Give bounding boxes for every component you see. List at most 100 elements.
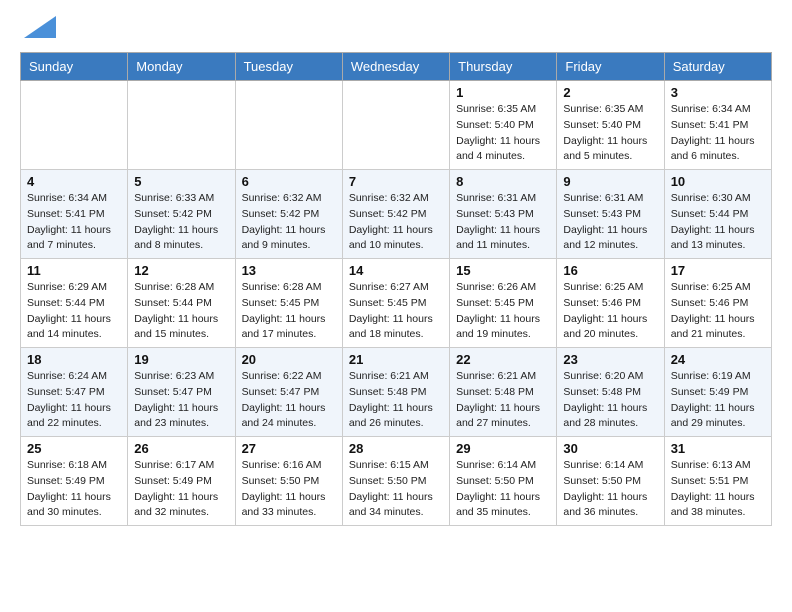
calendar-cell: 8Sunrise: 6:31 AM Sunset: 5:43 PM Daylig… xyxy=(450,170,557,259)
calendar-week-row: 1 Sunrise: 6:35 AM Sunset: 5:40 PM Daylig… xyxy=(21,81,772,170)
calendar-cell: 16 Sunrise: 6:25 AM Sunset: 5:46 PM Dayli… xyxy=(557,259,664,348)
day-info: Sunrise: 6:23 AM Sunset: 5:47 PM Dayligh… xyxy=(134,369,228,432)
calendar-cell: 23Sunrise: 6:20 AM Sunset: 5:48 PM Dayli… xyxy=(557,348,664,437)
day-number: 21 xyxy=(349,352,443,367)
day-number: 14 xyxy=(349,263,443,278)
weekday-header-row: SundayMondayTuesdayWednesdayThursdayFrid… xyxy=(21,53,772,81)
calendar-cell: 28 Sunrise: 6:15 AM Sunset: 5:50 PM Dayli… xyxy=(342,437,449,526)
day-info: Sunrise: 6:29 AM Sunset: 5:44 PM Dayligh… xyxy=(27,280,121,343)
calendar-cell: 9 Sunrise: 6:31 AM Sunset: 5:43 PM Daylig… xyxy=(557,170,664,259)
calendar-cell: 20 Sunrise: 6:22 AM Sunset: 5:47 PM Dayli… xyxy=(235,348,342,437)
day-number: 16 xyxy=(563,263,657,278)
day-info: Sunrise: 6:26 AM Sunset: 5:45 PM Dayligh… xyxy=(456,280,550,343)
day-number: 17 xyxy=(671,263,765,278)
day-number: 1 xyxy=(456,85,550,100)
weekday-header-thursday: Thursday xyxy=(450,53,557,81)
calendar-cell xyxy=(342,81,449,170)
day-info: Sunrise: 6:24 AM Sunset: 5:47 PM Dayligh… xyxy=(27,369,121,432)
calendar-table: SundayMondayTuesdayWednesdayThursdayFrid… xyxy=(20,52,772,526)
calendar-cell: 3 Sunrise: 6:34 AM Sunset: 5:41 PM Daylig… xyxy=(664,81,771,170)
calendar-week-row: 25Sunrise: 6:18 AM Sunset: 5:49 PM Dayli… xyxy=(21,437,772,526)
page-header xyxy=(20,20,772,44)
day-info: Sunrise: 6:15 AM Sunset: 5:50 PM Dayligh… xyxy=(349,458,443,521)
day-number: 9 xyxy=(563,174,657,189)
calendar-cell: 19 Sunrise: 6:23 AM Sunset: 5:47 PM Dayli… xyxy=(128,348,235,437)
calendar-cell: 10 Sunrise: 6:30 AM Sunset: 5:44 PM Dayli… xyxy=(664,170,771,259)
weekday-header-monday: Monday xyxy=(128,53,235,81)
day-number: 5 xyxy=(134,174,228,189)
day-info: Sunrise: 6:31 AM Sunset: 5:43 PM Dayligh… xyxy=(563,191,657,254)
calendar-cell: 1 Sunrise: 6:35 AM Sunset: 5:40 PM Daylig… xyxy=(450,81,557,170)
day-info: Sunrise: 6:27 AM Sunset: 5:45 PM Dayligh… xyxy=(349,280,443,343)
calendar-cell: 6 Sunrise: 6:32 AM Sunset: 5:42 PM Daylig… xyxy=(235,170,342,259)
day-number: 19 xyxy=(134,352,228,367)
weekday-header-sunday: Sunday xyxy=(21,53,128,81)
day-info: Sunrise: 6:34 AM Sunset: 5:41 PM Dayligh… xyxy=(27,191,121,254)
weekday-header-wednesday: Wednesday xyxy=(342,53,449,81)
calendar-week-row: 11 Sunrise: 6:29 AM Sunset: 5:44 PM Dayli… xyxy=(21,259,772,348)
weekday-header-friday: Friday xyxy=(557,53,664,81)
weekday-header-tuesday: Tuesday xyxy=(235,53,342,81)
calendar-cell: 24Sunrise: 6:19 AM Sunset: 5:49 PM Dayli… xyxy=(664,348,771,437)
day-number: 6 xyxy=(242,174,336,189)
day-info: Sunrise: 6:25 AM Sunset: 5:46 PM Dayligh… xyxy=(563,280,657,343)
day-number: 22 xyxy=(456,352,550,367)
day-info: Sunrise: 6:25 AM Sunset: 5:46 PM Dayligh… xyxy=(671,280,765,343)
day-info: Sunrise: 6:13 AM Sunset: 5:51 PM Dayligh… xyxy=(671,458,765,521)
logo xyxy=(20,20,56,44)
day-info: Sunrise: 6:18 AM Sunset: 5:49 PM Dayligh… xyxy=(27,458,121,521)
day-number: 31 xyxy=(671,441,765,456)
calendar-cell xyxy=(128,81,235,170)
calendar-cell: 11 Sunrise: 6:29 AM Sunset: 5:44 PM Dayli… xyxy=(21,259,128,348)
day-info: Sunrise: 6:28 AM Sunset: 5:45 PM Dayligh… xyxy=(242,280,336,343)
calendar-cell xyxy=(21,81,128,170)
day-number: 15 xyxy=(456,263,550,278)
day-number: 3 xyxy=(671,85,765,100)
calendar-cell: 5 Sunrise: 6:33 AM Sunset: 5:42 PM Daylig… xyxy=(128,170,235,259)
calendar-cell: 15 Sunrise: 6:26 AM Sunset: 5:45 PM Dayli… xyxy=(450,259,557,348)
day-info: Sunrise: 6:28 AM Sunset: 5:44 PM Dayligh… xyxy=(134,280,228,343)
day-info: Sunrise: 6:31 AM Sunset: 5:43 PM Dayligh… xyxy=(456,191,550,254)
day-number: 10 xyxy=(671,174,765,189)
calendar-cell: 4 Sunrise: 6:34 AM Sunset: 5:41 PM Daylig… xyxy=(21,170,128,259)
day-info: Sunrise: 6:35 AM Sunset: 5:40 PM Dayligh… xyxy=(563,102,657,165)
calendar-cell: 27Sunrise: 6:16 AM Sunset: 5:50 PM Dayli… xyxy=(235,437,342,526)
day-info: Sunrise: 6:30 AM Sunset: 5:44 PM Dayligh… xyxy=(671,191,765,254)
day-number: 12 xyxy=(134,263,228,278)
calendar-week-row: 4 Sunrise: 6:34 AM Sunset: 5:41 PM Daylig… xyxy=(21,170,772,259)
day-number: 13 xyxy=(242,263,336,278)
day-info: Sunrise: 6:21 AM Sunset: 5:48 PM Dayligh… xyxy=(349,369,443,432)
day-number: 30 xyxy=(563,441,657,456)
day-number: 4 xyxy=(27,174,121,189)
calendar-cell: 2Sunrise: 6:35 AM Sunset: 5:40 PM Daylig… xyxy=(557,81,664,170)
calendar-cell: 29Sunrise: 6:14 AM Sunset: 5:50 PM Dayli… xyxy=(450,437,557,526)
day-info: Sunrise: 6:34 AM Sunset: 5:41 PM Dayligh… xyxy=(671,102,765,165)
calendar-cell: 14 Sunrise: 6:27 AM Sunset: 5:45 PM Dayli… xyxy=(342,259,449,348)
day-info: Sunrise: 6:32 AM Sunset: 5:42 PM Dayligh… xyxy=(242,191,336,254)
day-number: 26 xyxy=(134,441,228,456)
day-info: Sunrise: 6:35 AM Sunset: 5:40 PM Dayligh… xyxy=(456,102,550,165)
day-info: Sunrise: 6:21 AM Sunset: 5:48 PM Dayligh… xyxy=(456,369,550,432)
day-number: 28 xyxy=(349,441,443,456)
day-number: 11 xyxy=(27,263,121,278)
calendar-cell: 12 Sunrise: 6:28 AM Sunset: 5:44 PM Dayli… xyxy=(128,259,235,348)
day-info: Sunrise: 6:32 AM Sunset: 5:42 PM Dayligh… xyxy=(349,191,443,254)
day-info: Sunrise: 6:14 AM Sunset: 5:50 PM Dayligh… xyxy=(563,458,657,521)
day-number: 20 xyxy=(242,352,336,367)
day-info: Sunrise: 6:33 AM Sunset: 5:42 PM Dayligh… xyxy=(134,191,228,254)
calendar-cell: 31 Sunrise: 6:13 AM Sunset: 5:51 PM Dayli… xyxy=(664,437,771,526)
calendar-cell: 22 Sunrise: 6:21 AM Sunset: 5:48 PM Dayli… xyxy=(450,348,557,437)
calendar-cell: 30 Sunrise: 6:14 AM Sunset: 5:50 PM Dayli… xyxy=(557,437,664,526)
day-number: 29 xyxy=(456,441,550,456)
day-info: Sunrise: 6:22 AM Sunset: 5:47 PM Dayligh… xyxy=(242,369,336,432)
calendar-cell: 17 Sunrise: 6:25 AM Sunset: 5:46 PM Dayli… xyxy=(664,259,771,348)
calendar-cell: 18Sunrise: 6:24 AM Sunset: 5:47 PM Dayli… xyxy=(21,348,128,437)
day-number: 7 xyxy=(349,174,443,189)
calendar-cell: 25Sunrise: 6:18 AM Sunset: 5:49 PM Dayli… xyxy=(21,437,128,526)
calendar-cell: 21 Sunrise: 6:21 AM Sunset: 5:48 PM Dayli… xyxy=(342,348,449,437)
calendar-week-row: 18Sunrise: 6:24 AM Sunset: 5:47 PM Dayli… xyxy=(21,348,772,437)
day-info: Sunrise: 6:16 AM Sunset: 5:50 PM Dayligh… xyxy=(242,458,336,521)
calendar-cell xyxy=(235,81,342,170)
calendar-cell: 7 Sunrise: 6:32 AM Sunset: 5:42 PM Daylig… xyxy=(342,170,449,259)
calendar-cell: 26Sunrise: 6:17 AM Sunset: 5:49 PM Dayli… xyxy=(128,437,235,526)
